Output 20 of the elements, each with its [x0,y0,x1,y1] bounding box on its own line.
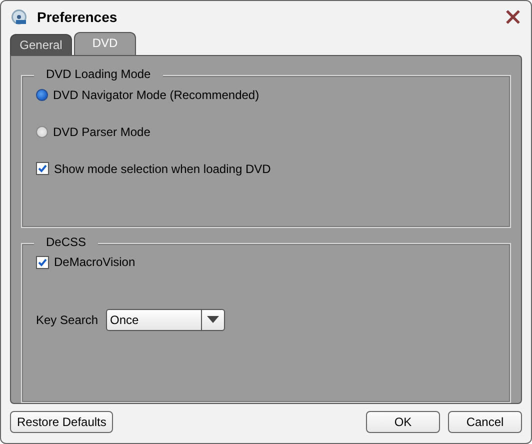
close-icon[interactable] [505,8,521,24]
disc-icon [11,8,27,24]
checkbox[interactable] [36,256,49,269]
radio-button[interactable] [36,88,48,100]
caret-icon [207,316,220,324]
radio-button[interactable] [36,126,48,138]
tab[interactable]: General [10,34,72,55]
option-label: DVD Navigator Mode (Recommended) [53,88,260,102]
dialog-button[interactable]: Restore Defaults [10,411,114,433]
checkbox[interactable] [36,162,49,175]
group-title: DVD Loading Mode [34,67,163,81]
dialog-button[interactable]: OK [366,411,440,433]
window-title: Preferences [37,8,118,24]
option-label: DVD Parser Mode [53,124,150,138]
dialog-button[interactable]: Cancel [448,411,522,433]
group-title: DeCSS [34,234,98,249]
field-label: Key Search [36,312,98,327]
option-label: DeMacroVision [54,255,136,270]
dropdown[interactable]: Once [106,308,226,331]
option-label: Show mode selection when loading DVD [54,162,271,176]
